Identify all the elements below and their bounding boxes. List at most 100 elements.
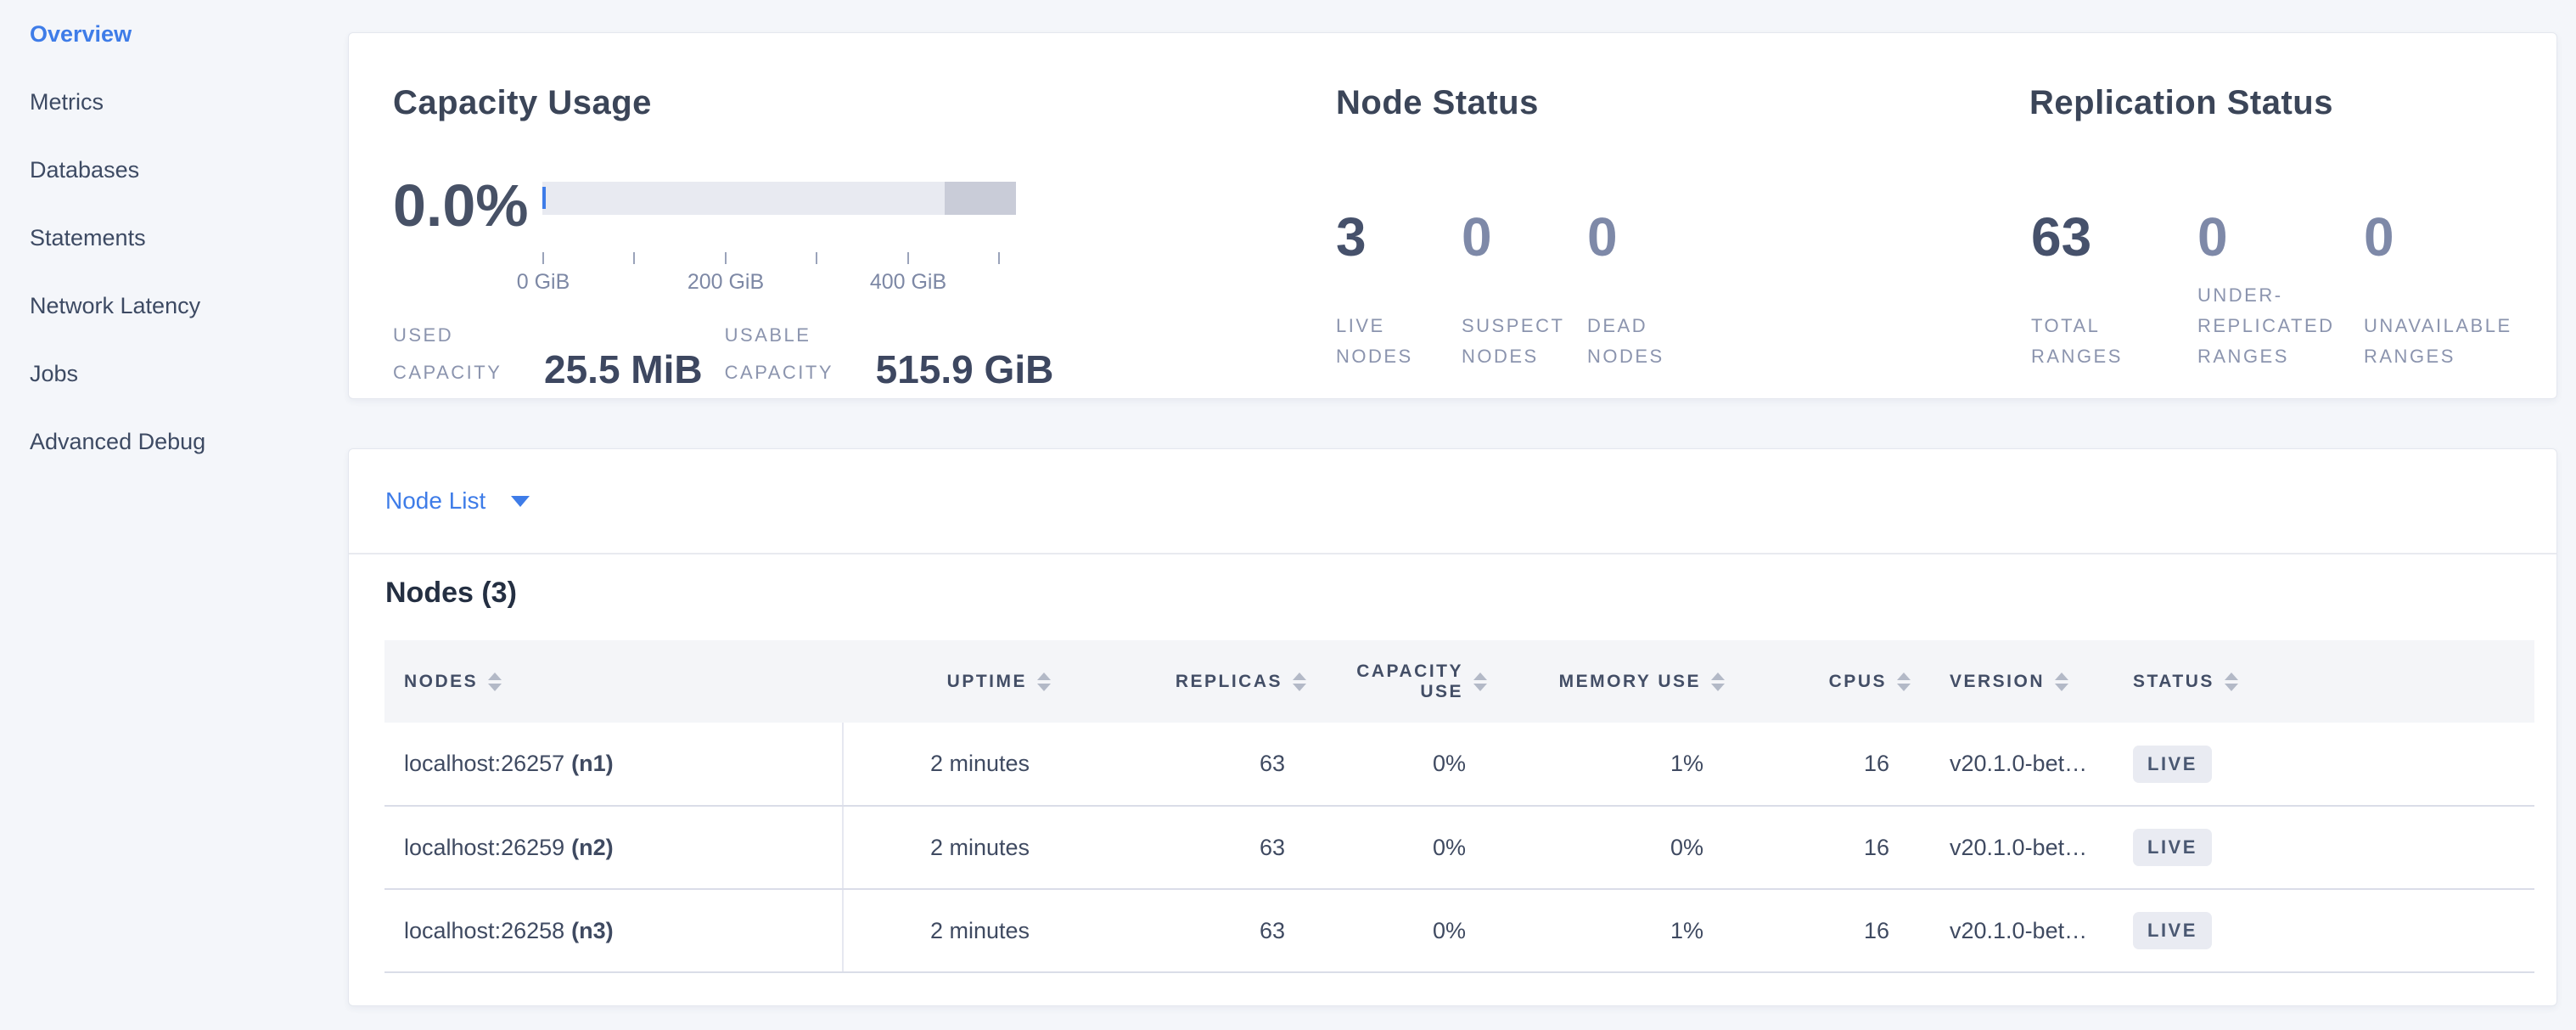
node-address-cell[interactable]: localhost:26259(n2) bbox=[384, 806, 843, 889]
column-header-replicas[interactable]: REPLICAS bbox=[1051, 640, 1306, 723]
node-list-dropdown[interactable]: Node List bbox=[349, 449, 2556, 554]
replication-status-title: Replication Status bbox=[2029, 84, 2333, 122]
table-row: localhost:26258(n3) 2 minutes 63 0% 1% 1… bbox=[384, 889, 2534, 972]
stat-label-line: NODES bbox=[1336, 341, 1413, 372]
sort-icon bbox=[2225, 673, 2238, 691]
capacity-use-cell: 0% bbox=[1306, 723, 1487, 806]
sidebar-item-advanced-debug[interactable]: Advanced Debug bbox=[30, 408, 318, 476]
stat-label-line: NODES bbox=[1462, 341, 1564, 372]
gauge-axis-label: 200 GiB bbox=[658, 270, 794, 295]
stat-label-line: UNDER- bbox=[2197, 280, 2335, 311]
used-capacity-stat: USED CAPACITY 25.5 MiB bbox=[393, 317, 703, 391]
column-header-memory-use[interactable]: MEMORY USE bbox=[1487, 640, 1725, 723]
gauge-tick bbox=[907, 252, 909, 264]
memory-use-cell: 0% bbox=[1487, 806, 1725, 889]
node-id: (n3) bbox=[571, 918, 614, 943]
under-replicated-ranges-value: 0 bbox=[2197, 210, 2228, 264]
replication-status-stats: 63 TOTAL RANGES 0 UNDER- REPLICATED RANG… bbox=[2031, 179, 2530, 372]
dead-nodes-label: DEAD NODES bbox=[1587, 311, 1664, 372]
column-header-cpus[interactable]: CPUS bbox=[1725, 640, 1911, 723]
gauge-tick bbox=[816, 252, 817, 264]
stat-label-line: RANGES bbox=[2031, 341, 2123, 372]
sort-icon bbox=[1711, 673, 1725, 691]
column-header-label: CPUS bbox=[1829, 672, 1887, 692]
stat-label-line: SUSPECT bbox=[1462, 311, 1564, 341]
sort-icon bbox=[488, 673, 502, 691]
chevron-down-icon bbox=[511, 496, 530, 507]
status-cell: LIVE bbox=[2112, 889, 2534, 972]
unavailable-ranges-value: 0 bbox=[2364, 210, 2394, 264]
used-capacity-value: 25.5 MiB bbox=[544, 347, 703, 391]
column-header-label: REPLICAS bbox=[1176, 672, 1282, 692]
gauge-tick bbox=[998, 252, 1000, 264]
cockroachdb-overview-page: Overview Metrics Databases Statements Ne… bbox=[0, 0, 2576, 1030]
version-cell: v20.1.0-bet… bbox=[1911, 723, 2112, 806]
capacity-use-cell: 0% bbox=[1306, 806, 1487, 889]
column-header-capacity-use[interactable]: CAPACITY USE bbox=[1306, 640, 1487, 723]
column-header-label: VERSION bbox=[1950, 672, 2045, 692]
cpus-cell: 16 bbox=[1725, 806, 1911, 889]
uptime-cell: 2 minutes bbox=[843, 723, 1051, 806]
gauge-axis-label: 0 GiB bbox=[475, 270, 611, 295]
node-status-stats: 3 LIVE NODES 0 SUSPECT NODES 0 DEAD NODE… bbox=[1336, 179, 1713, 372]
stat-label-line: RANGES bbox=[2197, 341, 2335, 372]
dead-nodes-value: 0 bbox=[1587, 210, 1618, 264]
table-row: localhost:26257(n1) 2 minutes 63 0% 1% 1… bbox=[384, 723, 2534, 806]
sidebar-nav: Overview Metrics Databases Statements Ne… bbox=[30, 0, 318, 476]
usable-capacity-stat: USABLE CAPACITY 515.9 GiB bbox=[725, 317, 1054, 391]
column-header-label: STATUS bbox=[2133, 672, 2214, 692]
usable-capacity-value: 515.9 GiB bbox=[876, 347, 1054, 391]
node-id: (n2) bbox=[571, 835, 614, 860]
capacity-use-cell: 0% bbox=[1306, 889, 1487, 972]
sort-icon bbox=[2055, 673, 2068, 691]
live-nodes-value: 3 bbox=[1336, 210, 1367, 264]
sort-icon bbox=[1897, 673, 1911, 691]
unavailable-ranges-label: UNAVAILABLE RANGES bbox=[2364, 311, 2512, 372]
memory-use-cell: 1% bbox=[1487, 723, 1725, 806]
total-ranges-value: 63 bbox=[2031, 210, 2091, 264]
column-header-nodes[interactable]: NODES bbox=[384, 640, 843, 723]
sidebar-item-jobs[interactable]: Jobs bbox=[30, 340, 318, 408]
gauge-used-marker bbox=[542, 187, 546, 209]
sort-icon bbox=[1473, 673, 1487, 691]
sidebar-item-databases[interactable]: Databases bbox=[30, 136, 318, 204]
node-address-cell[interactable]: localhost:26258 (n3) bbox=[384, 889, 843, 972]
node-list-card: Node List Nodes (3) NODES UPTIME bbox=[348, 448, 2557, 1006]
stat-label-line: NODES bbox=[1587, 341, 1664, 372]
stat-label-line: RANGES bbox=[2364, 341, 2512, 372]
column-header-version[interactable]: VERSION bbox=[1911, 640, 2112, 723]
column-header-label: UPTIME bbox=[947, 672, 1027, 692]
column-header-status[interactable]: STATUS bbox=[2112, 640, 2534, 723]
stat-label-line: UNAVAILABLE bbox=[2364, 311, 2512, 341]
usable-capacity-label-line: USABLE bbox=[725, 317, 876, 354]
status-badge: LIVE bbox=[2133, 746, 2212, 783]
replicas-cell: 63 bbox=[1051, 723, 1306, 806]
column-header-uptime[interactable]: UPTIME bbox=[843, 640, 1051, 723]
replicas-cell: 63 bbox=[1051, 889, 1306, 972]
status-cell: LIVE bbox=[2112, 806, 2534, 889]
sidebar-item-network-latency[interactable]: Network Latency bbox=[30, 272, 318, 340]
sidebar-item-statements[interactable]: Statements bbox=[30, 204, 318, 272]
used-capacity-label-line: USED bbox=[393, 317, 544, 354]
stat-label-line: DEAD bbox=[1587, 311, 1664, 341]
capacity-usage-title: Capacity Usage bbox=[393, 84, 652, 122]
node-address-cell[interactable]: localhost:26257(n1) bbox=[384, 723, 843, 806]
status-badge: LIVE bbox=[2133, 829, 2212, 866]
capacity-stats: USED CAPACITY 25.5 MiB USABLE CAPACITY 5… bbox=[393, 317, 1075, 391]
gauge-axis-label: 400 GiB bbox=[840, 270, 976, 295]
node-address: localhost:26257 bbox=[404, 751, 564, 776]
cluster-summary-card: Capacity Usage 0.0% 0 GiB 200 GiB 400 Gi… bbox=[348, 32, 2557, 399]
gauge-dark-segment bbox=[945, 182, 1016, 215]
sidebar-item-metrics[interactable]: Metrics bbox=[30, 68, 318, 136]
suspect-nodes-value: 0 bbox=[1462, 210, 1492, 264]
status-cell: LIVE bbox=[2112, 723, 2534, 806]
gauge-tick bbox=[542, 252, 544, 264]
stat-label-line: REPLICATED bbox=[2197, 311, 2335, 341]
column-header-label: MEMORY USE bbox=[1559, 672, 1701, 692]
sidebar-item-overview[interactable]: Overview bbox=[30, 0, 318, 68]
cpus-cell: 16 bbox=[1725, 723, 1911, 806]
uptime-cell: 2 minutes bbox=[843, 806, 1051, 889]
live-nodes-label: LIVE NODES bbox=[1336, 311, 1413, 372]
node-address: localhost:26258 bbox=[404, 918, 564, 943]
column-header-label: CAPACITY USE bbox=[1353, 661, 1463, 702]
